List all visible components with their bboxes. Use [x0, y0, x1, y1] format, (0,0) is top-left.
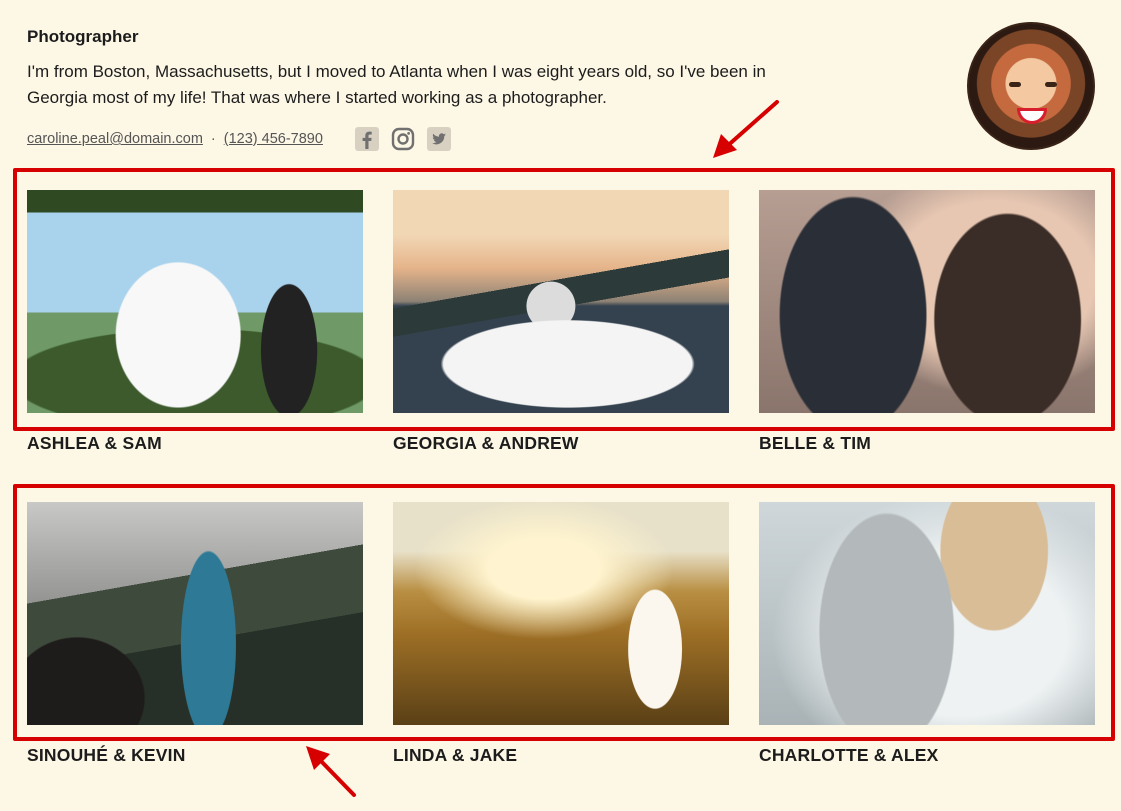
social-links [354, 127, 451, 151]
profile-role: Photographer [27, 27, 139, 46]
avatar-eye [1045, 82, 1057, 87]
phone-link[interactable]: (123) 456-7890 [224, 131, 323, 147]
instagram-icon[interactable] [391, 127, 415, 151]
gallery-caption[interactable]: LINDA & JAKE [393, 745, 517, 766]
gallery-caption[interactable]: SINOUHÉ & KEVIN [27, 745, 186, 766]
page: Photographer I'm from Boston, Massachuse… [0, 0, 1121, 811]
avatar-eye [1009, 82, 1021, 87]
contact-row: caroline.peal@domain.com · (123) 456-789… [27, 127, 451, 151]
avatar [967, 22, 1095, 150]
avatar-smile [1017, 108, 1047, 124]
highlight-box-row-1 [13, 168, 1115, 431]
gallery-caption[interactable]: BELLE & TIM [759, 433, 871, 454]
gallery-caption[interactable]: CHARLOTTE & ALEX [759, 745, 939, 766]
annotation-arrow-up [306, 746, 356, 797]
facebook-icon[interactable] [354, 127, 379, 151]
profile-bio: I'm from Boston, Massachusetts, but I mo… [27, 62, 766, 107]
annotation-arrow-down [713, 100, 779, 158]
highlight-box-row-2 [13, 484, 1115, 741]
email-link[interactable]: caroline.peal@domain.com [27, 131, 203, 147]
contact-separator: · [210, 131, 216, 147]
gallery-caption[interactable]: GEORGIA & ANDREW [393, 433, 579, 454]
twitter-icon[interactable] [426, 127, 451, 151]
gallery-caption[interactable]: ASHLEA & SAM [27, 433, 162, 454]
